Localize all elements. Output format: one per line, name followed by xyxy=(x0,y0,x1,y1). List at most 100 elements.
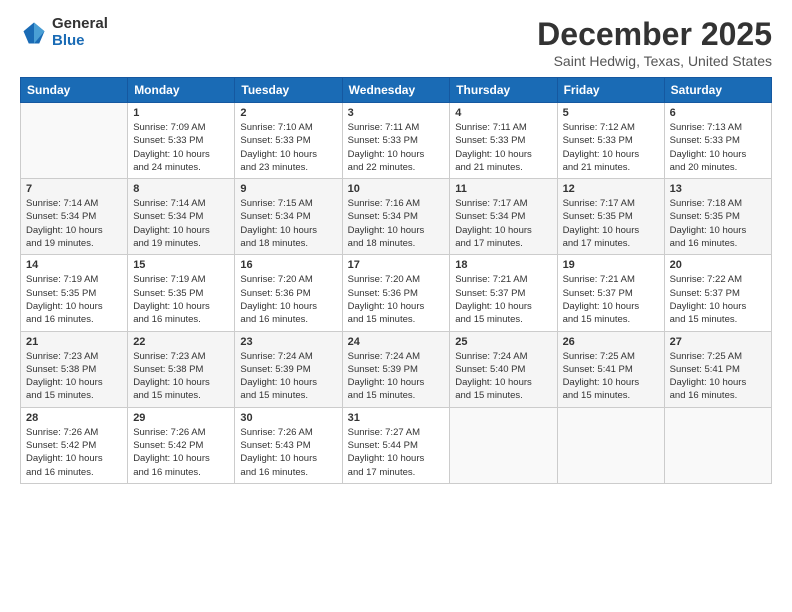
calendar-cell: 3 Sunrise: 7:11 AMSunset: 5:33 PMDaylight… xyxy=(342,103,450,179)
calendar-cell: 26 Sunrise: 7:25 AMSunset: 5:41 PMDayligh… xyxy=(557,331,664,407)
calendar-cell: 29 Sunrise: 7:26 AMSunset: 5:42 PMDayligh… xyxy=(128,407,235,483)
day-info: Sunrise: 7:24 AMSunset: 5:40 PMDaylight:… xyxy=(455,350,551,403)
page: General Blue December 2025 Saint Hedwig,… xyxy=(0,0,792,612)
calendar-cell: 5Sunrise: 7:12 AMSunset: 5:33 PMDaylight… xyxy=(557,103,664,179)
calendar-cell: 4Sunrise: 7:11 AMSunset: 5:33 PMDaylight… xyxy=(450,103,557,179)
day-info: Sunrise: 7:12 AMSunset: 5:33 PMDaylight:… xyxy=(563,121,659,174)
calendar-cell: 9 Sunrise: 7:15 AMSunset: 5:34 PMDaylight… xyxy=(235,179,342,255)
day-number: 26 xyxy=(563,336,659,348)
day-number: 15 xyxy=(133,259,229,271)
day-number: 21 xyxy=(26,336,122,348)
day-info: Sunrise: 7:23 AMSunset: 5:38 PMDaylight:… xyxy=(26,350,122,403)
day-number: 23 xyxy=(240,336,336,348)
header-tuesday: Tuesday xyxy=(235,78,342,103)
calendar-cell: 14Sunrise: 7:19 AMSunset: 5:35 PMDayligh… xyxy=(21,255,128,331)
calendar-cell: 28 Sunrise: 7:26 AMSunset: 5:42 PMDayligh… xyxy=(21,407,128,483)
calendar-cell: 8 Sunrise: 7:14 AMSunset: 5:34 PMDaylight… xyxy=(128,179,235,255)
day-info: Sunrise: 7:11 AMSunset: 5:33 PMDaylight:… xyxy=(348,121,445,174)
calendar-cell: 10 Sunrise: 7:16 AMSunset: 5:34 PMDayligh… xyxy=(342,179,450,255)
calendar-cell: 7 Sunrise: 7:14 AMSunset: 5:34 PMDaylight… xyxy=(21,179,128,255)
day-number: 10 xyxy=(348,183,445,195)
header-saturday: Saturday xyxy=(664,78,771,103)
week-row-1: 1 Sunrise: 7:09 AMSunset: 5:33 PMDaylight… xyxy=(21,103,772,179)
calendar-cell: 23 Sunrise: 7:24 AMSunset: 5:39 PMDayligh… xyxy=(235,331,342,407)
logo-general-text: General xyxy=(52,16,108,33)
calendar-cell: 1 Sunrise: 7:09 AMSunset: 5:33 PMDaylight… xyxy=(128,103,235,179)
day-info: Sunrise: 7:24 AMSunset: 5:39 PMDaylight:… xyxy=(348,350,445,403)
day-info: Sunrise: 7:21 AMSunset: 5:37 PMDaylight:… xyxy=(455,273,551,326)
header-area: General Blue December 2025 Saint Hedwig,… xyxy=(20,16,772,69)
day-info: Sunrise: 7:26 AMSunset: 5:42 PMDaylight:… xyxy=(26,426,122,479)
day-number: 16 xyxy=(240,259,336,271)
day-info: Sunrise: 7:09 AMSunset: 5:33 PMDaylight:… xyxy=(133,121,229,174)
day-info: Sunrise: 7:17 AMSunset: 5:35 PMDaylight:… xyxy=(563,197,659,250)
calendar-cell xyxy=(664,407,771,483)
calendar-cell: 25 Sunrise: 7:24 AMSunset: 5:40 PMDayligh… xyxy=(450,331,557,407)
day-number: 8 xyxy=(133,183,229,195)
calendar-cell: 30Sunrise: 7:26 AMSunset: 5:43 PMDayligh… xyxy=(235,407,342,483)
day-info: Sunrise: 7:21 AMSunset: 5:37 PMDaylight:… xyxy=(563,273,659,326)
day-number: 13 xyxy=(670,183,766,195)
week-row-3: 14Sunrise: 7:19 AMSunset: 5:35 PMDayligh… xyxy=(21,255,772,331)
calendar-cell: 19 Sunrise: 7:21 AMSunset: 5:37 PMDayligh… xyxy=(557,255,664,331)
day-number: 29 xyxy=(133,412,229,424)
day-number: 11 xyxy=(455,183,551,195)
calendar-cell: 18Sunrise: 7:21 AMSunset: 5:37 PMDayligh… xyxy=(450,255,557,331)
day-number: 1 xyxy=(133,107,229,119)
day-info: Sunrise: 7:10 AMSunset: 5:33 PMDaylight:… xyxy=(240,121,336,174)
day-number: 28 xyxy=(26,412,122,424)
day-number: 9 xyxy=(240,183,336,195)
header-monday: Monday xyxy=(128,78,235,103)
day-number: 6 xyxy=(670,107,766,119)
day-number: 24 xyxy=(348,336,445,348)
logo-icon xyxy=(20,19,48,47)
day-info: Sunrise: 7:16 AMSunset: 5:34 PMDaylight:… xyxy=(348,197,445,250)
logo: General Blue xyxy=(20,16,108,49)
logo-blue-text: Blue xyxy=(52,33,108,50)
day-number: 7 xyxy=(26,183,122,195)
day-number: 3 xyxy=(348,107,445,119)
day-info: Sunrise: 7:17 AMSunset: 5:34 PMDaylight:… xyxy=(455,197,551,250)
calendar-cell: 12Sunrise: 7:17 AMSunset: 5:35 PMDayligh… xyxy=(557,179,664,255)
calendar-cell: 24 Sunrise: 7:24 AMSunset: 5:39 PMDayligh… xyxy=(342,331,450,407)
calendar-cell: 31Sunrise: 7:27 AMSunset: 5:44 PMDayligh… xyxy=(342,407,450,483)
subtitle: Saint Hedwig, Texas, United States xyxy=(537,53,772,69)
day-number: 2 xyxy=(240,107,336,119)
day-info: Sunrise: 7:27 AMSunset: 5:44 PMDaylight:… xyxy=(348,426,445,479)
day-info: Sunrise: 7:14 AMSunset: 5:34 PMDaylight:… xyxy=(133,197,229,250)
calendar-cell: 17 Sunrise: 7:20 AMSunset: 5:36 PMDayligh… xyxy=(342,255,450,331)
calendar-cell: 11 Sunrise: 7:17 AMSunset: 5:34 PMDayligh… xyxy=(450,179,557,255)
week-row-5: 28 Sunrise: 7:26 AMSunset: 5:42 PMDayligh… xyxy=(21,407,772,483)
calendar-cell: 22Sunrise: 7:23 AMSunset: 5:38 PMDayligh… xyxy=(128,331,235,407)
calendar-cell: 20 Sunrise: 7:22 AMSunset: 5:37 PMDayligh… xyxy=(664,255,771,331)
day-info: Sunrise: 7:25 AMSunset: 5:41 PMDaylight:… xyxy=(563,350,659,403)
header-sunday: Sunday xyxy=(21,78,128,103)
calendar-cell: 16Sunrise: 7:20 AMSunset: 5:36 PMDayligh… xyxy=(235,255,342,331)
calendar-cell: 13Sunrise: 7:18 AMSunset: 5:35 PMDayligh… xyxy=(664,179,771,255)
day-number: 20 xyxy=(670,259,766,271)
day-info: Sunrise: 7:14 AMSunset: 5:34 PMDaylight:… xyxy=(26,197,122,250)
week-row-2: 7 Sunrise: 7:14 AMSunset: 5:34 PMDaylight… xyxy=(21,179,772,255)
calendar-cell xyxy=(21,103,128,179)
day-number: 14 xyxy=(26,259,122,271)
day-info: Sunrise: 7:23 AMSunset: 5:38 PMDaylight:… xyxy=(133,350,229,403)
day-info: Sunrise: 7:22 AMSunset: 5:37 PMDaylight:… xyxy=(670,273,766,326)
day-number: 27 xyxy=(670,336,766,348)
day-number: 17 xyxy=(348,259,445,271)
calendar-cell: 6 Sunrise: 7:13 AMSunset: 5:33 PMDaylight… xyxy=(664,103,771,179)
header-wednesday: Wednesday xyxy=(342,78,450,103)
day-info: Sunrise: 7:24 AMSunset: 5:39 PMDaylight:… xyxy=(240,350,336,403)
day-info: Sunrise: 7:11 AMSunset: 5:33 PMDaylight:… xyxy=(455,121,551,174)
day-number: 25 xyxy=(455,336,551,348)
day-info: Sunrise: 7:13 AMSunset: 5:33 PMDaylight:… xyxy=(670,121,766,174)
logo-text: General Blue xyxy=(52,16,108,49)
day-info: Sunrise: 7:20 AMSunset: 5:36 PMDaylight:… xyxy=(348,273,445,326)
day-info: Sunrise: 7:26 AMSunset: 5:42 PMDaylight:… xyxy=(133,426,229,479)
week-row-4: 21 Sunrise: 7:23 AMSunset: 5:38 PMDayligh… xyxy=(21,331,772,407)
day-info: Sunrise: 7:15 AMSunset: 5:34 PMDaylight:… xyxy=(240,197,336,250)
title-area: December 2025 Saint Hedwig, Texas, Unite… xyxy=(537,16,772,69)
calendar-cell: 21 Sunrise: 7:23 AMSunset: 5:38 PMDayligh… xyxy=(21,331,128,407)
calendar: Sunday Monday Tuesday Wednesday Thursday… xyxy=(20,77,772,484)
day-info: Sunrise: 7:25 AMSunset: 5:41 PMDaylight:… xyxy=(670,350,766,403)
day-number: 19 xyxy=(563,259,659,271)
